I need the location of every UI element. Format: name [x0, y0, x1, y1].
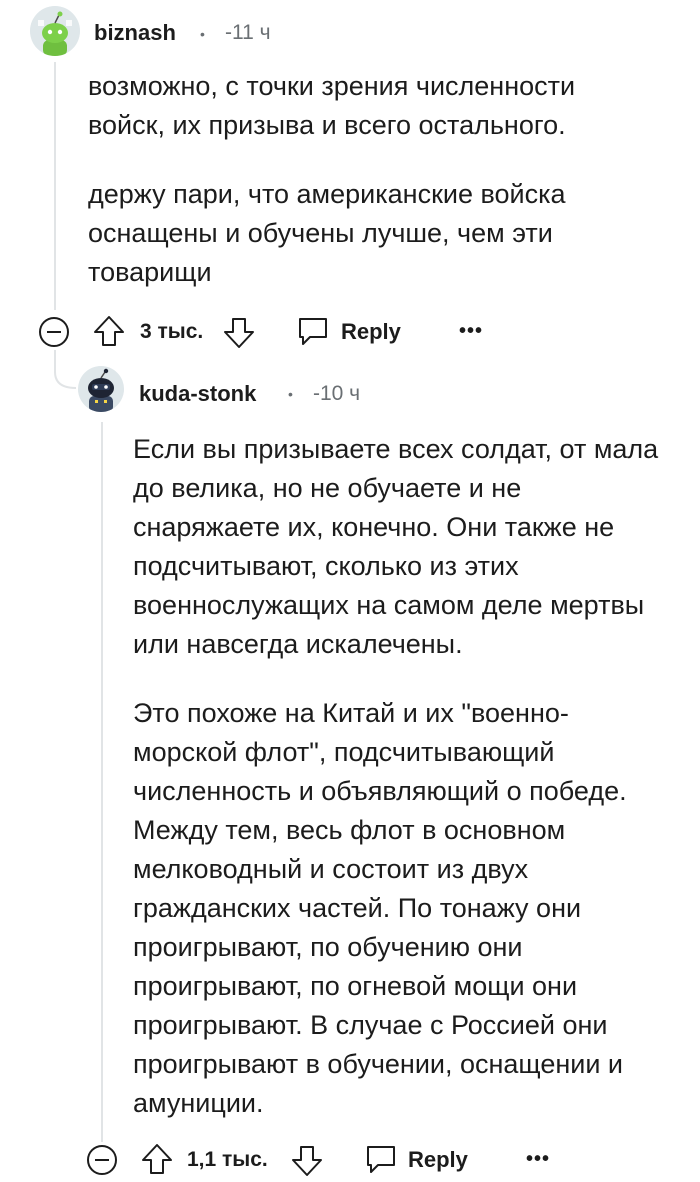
comment-body-p1: Если вы призываете всех солдат, от мала …: [133, 434, 659, 659]
meta-separator: •: [288, 386, 293, 402]
more-options-button[interactable]: •••: [459, 320, 483, 343]
snoo-avatar-icon: [78, 366, 124, 412]
downvote-button[interactable]: [290, 1144, 324, 1178]
comment-author[interactable]: kuda-stonk: [139, 381, 256, 407]
reply-icon: [299, 318, 327, 345]
upvote-icon: [142, 1144, 172, 1174]
comment-timestamp: -10 ч: [313, 382, 361, 405]
more-options-button[interactable]: •••: [526, 1148, 550, 1171]
downvote-icon: [292, 1146, 322, 1176]
vote-count: 1,1 тыс.: [187, 1148, 268, 1171]
reply-icon: [367, 1146, 395, 1173]
snoo-avatar-icon: [30, 6, 80, 56]
comment-timestamp: -11 ч: [225, 21, 271, 44]
avatar-kuda-stonk[interactable]: [78, 366, 124, 412]
reply-button[interactable]: [296, 315, 330, 347]
upvote-button[interactable]: [92, 314, 126, 348]
collapse-button[interactable]: [38, 316, 70, 348]
downvote-icon: [224, 318, 254, 348]
reply-label[interactable]: Reply: [341, 319, 401, 345]
comment-author[interactable]: biznash: [94, 20, 176, 46]
thread-line[interactable]: [54, 62, 56, 310]
comment-body-p2: Это похоже на Китай и их "военно-морской…: [133, 698, 627, 1118]
comment-body-p2: держу пари, что американские войска осна…: [88, 179, 566, 287]
vote-count: 3 тыс.: [140, 320, 204, 343]
reply-label[interactable]: Reply: [408, 1147, 468, 1173]
upvote-button[interactable]: [140, 1142, 174, 1176]
collapse-icon: [39, 317, 69, 347]
meta-separator: •: [200, 26, 205, 42]
comment-body-p1: возможно, с точки зрения численности вой…: [88, 71, 576, 140]
reply-button[interactable]: [364, 1143, 398, 1175]
avatar-biznash[interactable]: [30, 6, 80, 56]
upvote-icon: [94, 316, 124, 346]
collapse-icon: [87, 1145, 117, 1175]
downvote-button[interactable]: [222, 316, 256, 350]
collapse-button[interactable]: [86, 1144, 118, 1176]
thread-line[interactable]: [101, 422, 103, 1142]
